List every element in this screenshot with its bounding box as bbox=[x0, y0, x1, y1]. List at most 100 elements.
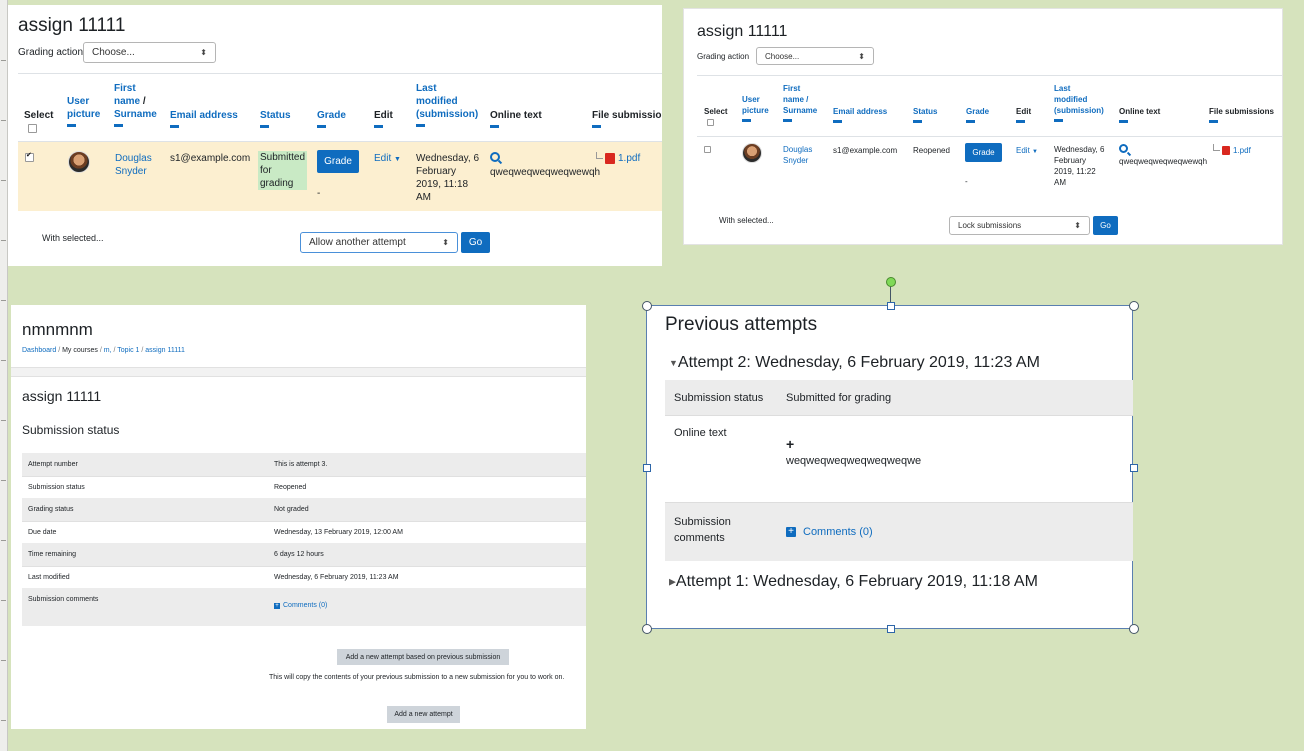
edit-menu[interactable]: Edit ▼ bbox=[374, 152, 401, 166]
go-button[interactable]: Go bbox=[1093, 216, 1118, 235]
previous-attempts-title: Previous attempts bbox=[665, 314, 818, 335]
zoom-icon[interactable] bbox=[490, 152, 500, 162]
avatar[interactable] bbox=[742, 143, 762, 163]
col-status[interactable]: Status bbox=[260, 109, 291, 128]
col-select: Select bbox=[704, 107, 728, 116]
grade-value: - bbox=[317, 188, 321, 199]
with-selected-label: With selected... bbox=[42, 233, 104, 243]
status-row-comments: Submission comments + Comments (0) bbox=[22, 588, 586, 626]
comments-link[interactable]: Comments (0) bbox=[803, 526, 873, 538]
user-name-link[interactable]: Douglas Snyder bbox=[783, 144, 812, 166]
email-cell: s1@example.com bbox=[833, 146, 898, 155]
resize-handle-l[interactable] bbox=[643, 464, 651, 472]
triangle-right-icon: ▶ bbox=[669, 576, 676, 587]
col-edit: Edit bbox=[374, 109, 393, 128]
table-top-border bbox=[697, 75, 1282, 76]
avatar[interactable] bbox=[68, 151, 90, 173]
tree-branch-icon bbox=[1213, 144, 1220, 151]
header-divider bbox=[11, 367, 586, 377]
breadcrumb-dashboard[interactable]: Dashboard bbox=[22, 347, 56, 354]
grading-action-label: Grading action bbox=[18, 47, 84, 58]
expand-plus-icon[interactable]: + bbox=[786, 527, 796, 537]
grading-action-label: Grading action bbox=[697, 52, 750, 61]
row-checkbox[interactable] bbox=[704, 146, 711, 153]
file-cell: 1.pdf bbox=[1213, 144, 1251, 157]
col-edit: Edit bbox=[1016, 106, 1031, 123]
breadcrumb-topic[interactable]: Topic 1 bbox=[117, 347, 139, 354]
grade-button[interactable]: Grade bbox=[965, 143, 1002, 162]
page-title: assign 11111 bbox=[697, 23, 788, 40]
status-row-grading: Grading status Not graded bbox=[22, 498, 586, 521]
status-row-submission: Submission status Reopened bbox=[22, 476, 586, 498]
resize-handle-tl[interactable] bbox=[642, 301, 652, 311]
rotation-handle[interactable] bbox=[886, 277, 896, 287]
table-row bbox=[697, 136, 1282, 137]
bulk-action-select[interactable]: Allow another attempt ⬍ bbox=[300, 232, 458, 253]
copy-note: This will copy the contents of your prev… bbox=[269, 674, 565, 681]
col-last-modified[interactable]: Last modified (submission) bbox=[1054, 83, 1104, 122]
col-name[interactable]: First name / Surname bbox=[114, 82, 157, 127]
chevron-down-icon: ▼ bbox=[1032, 149, 1038, 155]
col-grade[interactable]: Grade bbox=[966, 106, 989, 123]
comments-link[interactable]: Comments (0) bbox=[283, 602, 327, 609]
breadcrumb-my-courses[interactable]: My courses bbox=[62, 347, 98, 354]
course-title: nmnmnm bbox=[22, 320, 93, 339]
attempt-2-heading[interactable]: ▼Attempt 2: Wednesday, 6 February 2019, … bbox=[669, 354, 1040, 372]
edit-menu[interactable]: Edit ▼ bbox=[1016, 144, 1038, 159]
resize-handle-b[interactable] bbox=[887, 625, 895, 633]
bulk-action-select[interactable]: Lock submissions ⬍ bbox=[949, 216, 1090, 235]
grading-action-select[interactable]: Choose... ⬍ bbox=[83, 42, 216, 63]
last-modified-cell: Wednesday, 6 February 2019, 11:22 AM bbox=[1054, 145, 1105, 187]
resize-handle-tr[interactable] bbox=[1129, 301, 1139, 311]
go-button[interactable]: Go bbox=[461, 232, 490, 253]
section-title: Submission status bbox=[22, 423, 120, 437]
resize-handle-br[interactable] bbox=[1129, 624, 1139, 634]
col-select: Select bbox=[24, 110, 54, 121]
resize-handle-bl[interactable] bbox=[642, 624, 652, 634]
add-new-attempt-button[interactable]: Add a new attempt bbox=[387, 706, 460, 723]
status-row-last-modified: Last modified Wednesday, 6 February 2019,… bbox=[22, 566, 586, 588]
zoom-icon[interactable] bbox=[1119, 144, 1128, 153]
status-row-due-date: Due date Wednesday, 13 February 2019, 12:… bbox=[22, 521, 586, 543]
attempt-1-heading[interactable]: ▶Attempt 1: Wednesday, 6 February 2019, … bbox=[669, 573, 1038, 591]
col-user-picture[interactable]: User picture bbox=[67, 95, 100, 127]
col-grade[interactable]: Grade bbox=[317, 109, 346, 128]
pdf-icon bbox=[1222, 146, 1230, 156]
col-last-modified[interactable]: Last modified (submission) bbox=[416, 82, 478, 127]
col-online-text: Online text bbox=[490, 109, 542, 128]
col-file-submissions: File submissions bbox=[592, 109, 662, 128]
left-ruler bbox=[0, 0, 8, 751]
add-attempt-previous-button[interactable]: Add a new attempt based on previous subm… bbox=[337, 649, 509, 665]
row-submission-comments: Submission comments + Comments (0) bbox=[665, 502, 1133, 561]
with-selected-label: With selected... bbox=[719, 216, 774, 225]
col-email[interactable]: Email address bbox=[833, 106, 887, 123]
status-row-time-remaining: Time remaining 6 days 12 hours bbox=[22, 543, 586, 566]
col-email[interactable]: Email address bbox=[170, 109, 238, 128]
last-modified-cell: Wednesday, 6 February 2019, 11:18 AM bbox=[416, 153, 480, 203]
breadcrumb-course[interactable]: m, bbox=[104, 347, 112, 354]
file-cell: 1.pdf bbox=[596, 152, 640, 165]
resize-handle-r[interactable] bbox=[1130, 464, 1138, 472]
row-checkbox[interactable] bbox=[25, 151, 34, 162]
resize-handle-t[interactable] bbox=[887, 302, 895, 310]
status-cell: Reopened bbox=[913, 146, 950, 155]
plus-icon[interactable]: + bbox=[786, 436, 794, 452]
submission-panel: nmnmnm Dashboard / My courses / m, / Top… bbox=[11, 305, 586, 729]
page-title: assign 11111 bbox=[18, 15, 126, 36]
col-name[interactable]: First name / Surname bbox=[783, 83, 817, 122]
expand-plus-icon[interactable]: + bbox=[274, 603, 280, 609]
user-name-link[interactable]: Douglas Snyder bbox=[115, 152, 152, 178]
select-arrow-icon: ⬍ bbox=[1074, 221, 1081, 230]
select-all-checkbox[interactable] bbox=[28, 124, 37, 133]
file-link[interactable]: 1.pdf bbox=[618, 153, 640, 164]
table-top-border bbox=[18, 73, 662, 74]
col-online-text: Online text bbox=[1119, 106, 1160, 123]
col-user-picture[interactable]: User picture bbox=[742, 94, 769, 122]
grading-action-select[interactable]: Choose... ⬍ bbox=[756, 47, 874, 65]
col-status[interactable]: Status bbox=[913, 106, 937, 123]
grade-button[interactable]: Grade bbox=[317, 150, 359, 173]
select-all-checkbox[interactable] bbox=[707, 119, 714, 126]
breadcrumb-assignment[interactable]: assign 11111 bbox=[145, 347, 185, 354]
file-link[interactable]: 1.pdf bbox=[1233, 146, 1251, 155]
online-text-cell: qweqweqweqweqwewqh bbox=[1119, 144, 1207, 167]
